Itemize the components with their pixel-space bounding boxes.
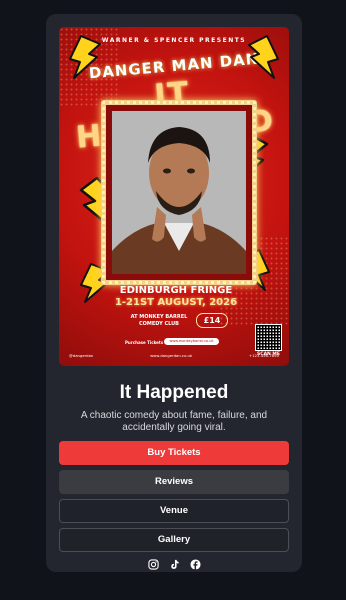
gallery-button[interactable]: Gallery	[59, 528, 289, 552]
buy-tickets-button[interactable]: Buy Tickets	[59, 441, 289, 465]
lightning-bolt-icon	[248, 35, 279, 79]
show-card: WARNER & SPENCER PRESENTS DANGER MAN DAN…	[46, 14, 302, 572]
show-description: A chaotic comedy about fame, failure, an…	[80, 410, 268, 433]
performer-photo	[112, 111, 246, 274]
poster-venue: AT MONKEY BARREL COMEDY CLUB	[127, 314, 191, 328]
lightning-bolt-icon	[69, 35, 101, 79]
instagram-icon[interactable]	[147, 559, 159, 570]
poster-footer: @dangerdan www.dangerdan.co.uk +123-456-…	[69, 353, 279, 358]
show-poster: WARNER & SPENCER PRESENTS DANGER MAN DAN…	[59, 27, 289, 366]
poster-purchase-label: Purchase Tickets At	[125, 340, 170, 345]
social-links	[46, 559, 302, 570]
poster-website: www.dangerdan.co.uk	[150, 353, 193, 358]
poster-scan-label: SCAN ME	[257, 352, 280, 357]
venue-button[interactable]: Venue	[59, 499, 289, 523]
poster-venue-line2: COMEDY CLUB	[138, 321, 179, 327]
poster-handle: @dangerdan	[69, 353, 94, 358]
performer-portrait-icon	[112, 111, 246, 274]
poster-purchase-url: www.monkeybarrel.co.uk	[164, 338, 219, 345]
poster-festival: EDINBURGH FRINGE	[119, 285, 233, 296]
tiktok-icon[interactable]	[169, 559, 180, 570]
show-title: It Happened	[119, 382, 229, 403]
poster-price: £14	[196, 313, 228, 328]
poster-dates: 1-21ST AUGUST, 2026	[114, 297, 238, 308]
reviews-button[interactable]: Reviews	[59, 470, 289, 494]
qr-code-icon	[255, 324, 282, 351]
marquee-frame	[101, 100, 257, 285]
poster-venue-line1: AT MONKEY BARREL	[130, 314, 188, 320]
facebook-icon[interactable]	[189, 559, 201, 570]
